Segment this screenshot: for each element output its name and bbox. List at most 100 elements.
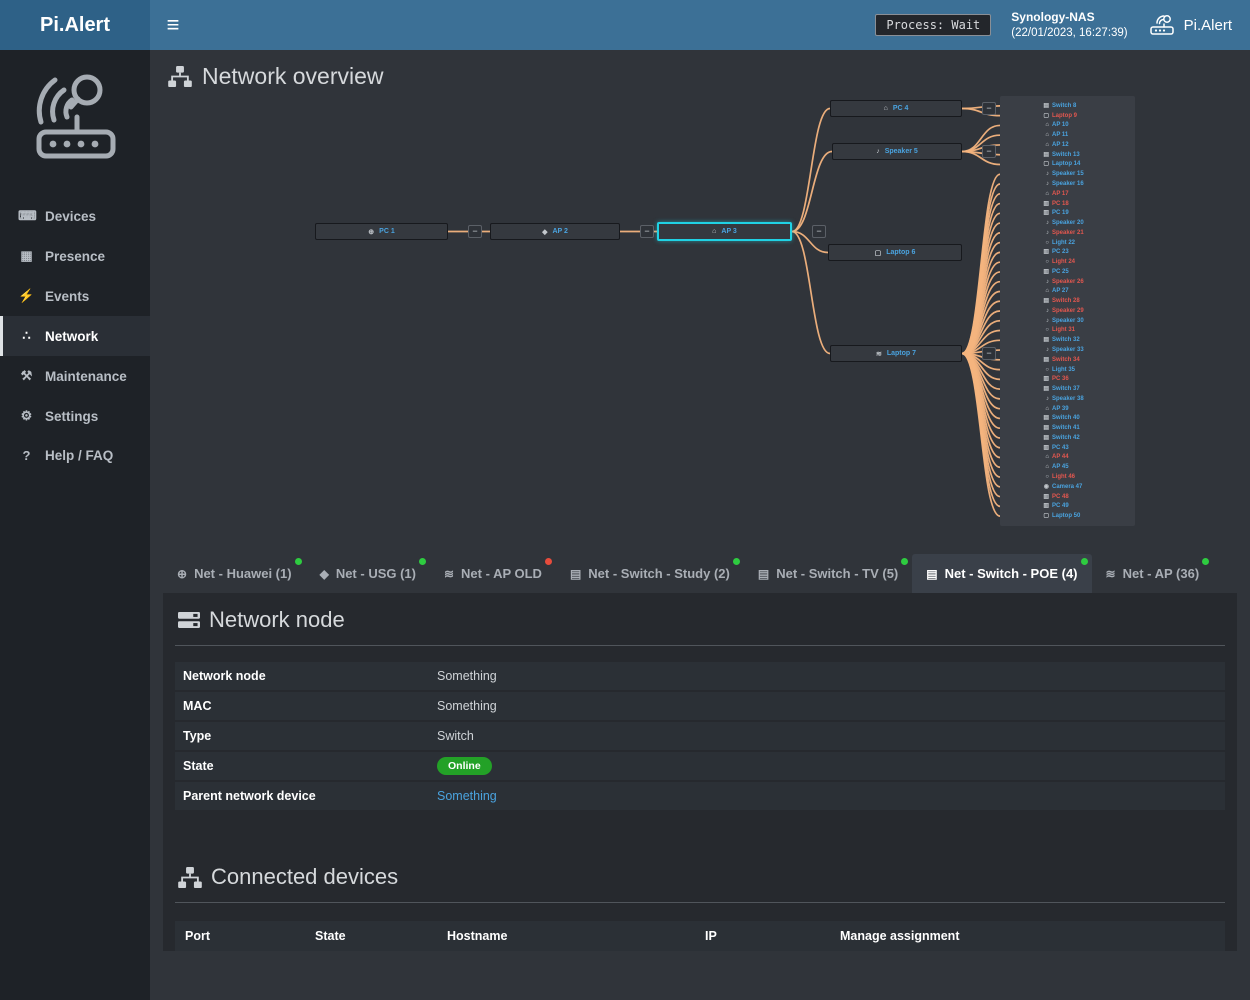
diagram-node-laptop-6[interactable]: ▢Laptop 6 — [828, 244, 962, 261]
home-icon: ⌂ — [1040, 142, 1049, 148]
section-title-text: Connected devices — [211, 864, 398, 890]
tree-device-speaker-30[interactable]: ♪Speaker 30 — [1000, 316, 1135, 326]
tree-device-laptop-14[interactable]: ▢Laptop 14 — [1000, 160, 1135, 170]
tree-device-ap-10[interactable]: ⌂AP 10 — [1000, 121, 1135, 131]
tree-device-switch-8[interactable]: ▤Switch 8 — [1000, 101, 1135, 111]
tree-device-ap-39[interactable]: ⌂AP 39 — [1000, 404, 1135, 414]
collapse-toggle[interactable]: − — [982, 102, 996, 115]
light-icon: ○ — [1040, 240, 1049, 246]
tree-device-speaker-26[interactable]: ♪Speaker 26 — [1000, 277, 1135, 287]
host-info: Synology-NAS (22/01/2023, 16:27:39) — [1011, 9, 1127, 42]
sidebar-item-events[interactable]: ⚡Events — [0, 276, 150, 316]
tab-net-usg-1[interactable]: ◆Net - USG (1) — [306, 554, 430, 593]
tab-label: Net - Huawei (1) — [194, 566, 292, 581]
menu-toggle-icon[interactable]: ≡ — [150, 0, 196, 50]
diagram-node-pc-4[interactable]: ⌂PC 4 — [830, 100, 962, 117]
sidebar-item-label: Maintenance — [45, 369, 127, 384]
sidebar-item-network[interactable]: ∴Network — [0, 316, 150, 356]
detail-label: Parent network device — [175, 789, 429, 803]
tree-device-pc-43[interactable]: ▥PC 43 — [1000, 443, 1135, 453]
collapse-toggle[interactable]: − — [468, 225, 482, 238]
tab-net-huawei-1[interactable]: ⊕Net - Huawei (1) — [163, 554, 306, 593]
tree-device-pc-48[interactable]: ▥PC 48 — [1000, 492, 1135, 502]
device-tree-panel: ▤Switch 8▢Laptop 9⌂AP 10⌂AP 11⌂AP 12▤Swi… — [1000, 96, 1135, 526]
presence-icon: ▦ — [18, 248, 35, 264]
switch-icon: ▤ — [926, 567, 937, 581]
tree-device-ap-45[interactable]: ⌂AP 45 — [1000, 462, 1135, 472]
tree-device-pc-36[interactable]: ▥PC 36 — [1000, 374, 1135, 384]
diagram-node-ap-3[interactable]: ⌂AP 3 — [657, 222, 792, 241]
tree-device-light-22[interactable]: ○Light 22 — [1000, 238, 1135, 248]
tree-device-ap-17[interactable]: ⌂AP 17 — [1000, 189, 1135, 199]
tree-device-speaker-38[interactable]: ♪Speaker 38 — [1000, 394, 1135, 404]
light-icon: ○ — [1040, 259, 1049, 265]
speaker-icon: ♪ — [1040, 396, 1049, 402]
tree-device-switch-40[interactable]: ▤Switch 40 — [1000, 414, 1135, 424]
home-icon: ⌂ — [1040, 191, 1049, 197]
tree-device-pc-23[interactable]: ▥PC 23 — [1000, 247, 1135, 257]
tab-net-ap-36[interactable]: ≋Net - AP (36) — [1092, 554, 1214, 593]
tree-device-label: Speaker 20 — [1052, 220, 1084, 226]
tree-device-switch-28[interactable]: ▤Switch 28 — [1000, 296, 1135, 306]
tree-device-switch-37[interactable]: ▤Switch 37 — [1000, 384, 1135, 394]
network-tabs: ⊕Net - Huawei (1)◆Net - USG (1)≋Net - AP… — [150, 549, 1250, 593]
tree-device-label: Speaker 15 — [1052, 171, 1084, 177]
tree-device-label: PC 48 — [1052, 494, 1069, 500]
sidebar-item-devices[interactable]: ⌨Devices — [0, 196, 150, 236]
tab-net-ap-old[interactable]: ≋Net - AP OLD — [430, 554, 556, 593]
tree-device-speaker-33[interactable]: ♪Speaker 33 — [1000, 345, 1135, 355]
node-label: AP 3 — [721, 228, 736, 235]
tree-device-laptop-50[interactable]: ▢Laptop 50 — [1000, 511, 1135, 521]
tree-device-ap-12[interactable]: ⌂AP 12 — [1000, 140, 1135, 150]
maintenance-icon: ⚒ — [18, 368, 35, 384]
tree-device-camera-47[interactable]: ◉Camera 47 — [1000, 482, 1135, 492]
online-badge: Online — [437, 757, 492, 775]
tree-device-pc-25[interactable]: ▥PC 25 — [1000, 267, 1135, 277]
tree-device-switch-41[interactable]: ▤Switch 41 — [1000, 423, 1135, 433]
tree-device-speaker-29[interactable]: ♪Speaker 29 — [1000, 306, 1135, 316]
collapse-toggle[interactable]: − — [640, 225, 654, 238]
tab-net-switch-poe-4[interactable]: ▤Net - Switch - POE (4) — [912, 554, 1091, 593]
globe-icon: ⊕ — [368, 228, 374, 236]
sidebar-item-presence[interactable]: ▦Presence — [0, 236, 150, 276]
sidebar-item-maintenance[interactable]: ⚒ Maintenance — [0, 356, 150, 396]
sidebar-item-settings[interactable]: ⚙Settings — [0, 396, 150, 436]
parent-device-link[interactable]: Something — [437, 789, 497, 803]
tree-device-pc-19[interactable]: ▥PC 19 — [1000, 208, 1135, 218]
tab-net-switch-tv-5[interactable]: ▤Net - Switch - TV (5) — [744, 554, 912, 593]
tree-device-speaker-21[interactable]: ♪Speaker 21 — [1000, 228, 1135, 238]
diagram-node-speaker-5[interactable]: ♪Speaker 5 — [832, 143, 962, 160]
tree-device-speaker-20[interactable]: ♪Speaker 20 — [1000, 218, 1135, 228]
speaker-icon: ♪ — [876, 148, 880, 155]
tree-device-speaker-15[interactable]: ♪Speaker 15 — [1000, 169, 1135, 179]
tree-device-switch-13[interactable]: ▤Switch 13 — [1000, 150, 1135, 160]
collapse-toggle[interactable]: − — [982, 347, 996, 360]
diagram-node-ap-2[interactable]: ◆AP 2 — [490, 223, 620, 240]
tree-device-label: Laptop 14 — [1052, 161, 1080, 167]
collapse-toggle[interactable]: − — [982, 145, 996, 158]
tree-device-light-46[interactable]: ○Light 46 — [1000, 472, 1135, 482]
tree-device-label: AP 45 — [1052, 464, 1069, 470]
diagram-node-laptop-7[interactable]: ≋Laptop 7 — [830, 345, 962, 362]
tree-device-switch-34[interactable]: ▤Switch 34 — [1000, 355, 1135, 365]
tree-device-label: Light 31 — [1052, 327, 1075, 333]
diagram-node-pc-1[interactable]: ⊕PC 1 — [315, 223, 448, 240]
laptop-icon: ▢ — [1040, 113, 1049, 119]
tree-device-ap-27[interactable]: ⌂AP 27 — [1000, 287, 1135, 297]
tree-device-light-35[interactable]: ○Light 35 — [1000, 365, 1135, 375]
tree-device-light-24[interactable]: ○Light 24 — [1000, 257, 1135, 267]
tree-device-pc-18[interactable]: ▥PC 18 — [1000, 199, 1135, 209]
sidebar-item-help-faq[interactable]: ?Help / FAQ — [0, 436, 150, 475]
tree-device-speaker-16[interactable]: ♪Speaker 16 — [1000, 179, 1135, 189]
tree-device-switch-42[interactable]: ▤Switch 42 — [1000, 433, 1135, 443]
tree-device-laptop-9[interactable]: ▢Laptop 9 — [1000, 111, 1135, 121]
tree-device-pc-49[interactable]: ▥PC 49 — [1000, 501, 1135, 511]
collapse-toggle[interactable]: − — [812, 225, 826, 238]
tree-device-ap-44[interactable]: ⌂AP 44 — [1000, 453, 1135, 463]
tree-device-light-31[interactable]: ○Light 31 — [1000, 326, 1135, 336]
tree-device-switch-32[interactable]: ▤Switch 32 — [1000, 335, 1135, 345]
tree-device-ap-11[interactable]: ⌂AP 11 — [1000, 130, 1135, 140]
tab-net-switch-study-2[interactable]: ▤Net - Switch - Study (2) — [556, 554, 744, 593]
brand[interactable]: Pi.Alert — [0, 0, 150, 50]
tree-device-label: Speaker 30 — [1052, 318, 1084, 324]
